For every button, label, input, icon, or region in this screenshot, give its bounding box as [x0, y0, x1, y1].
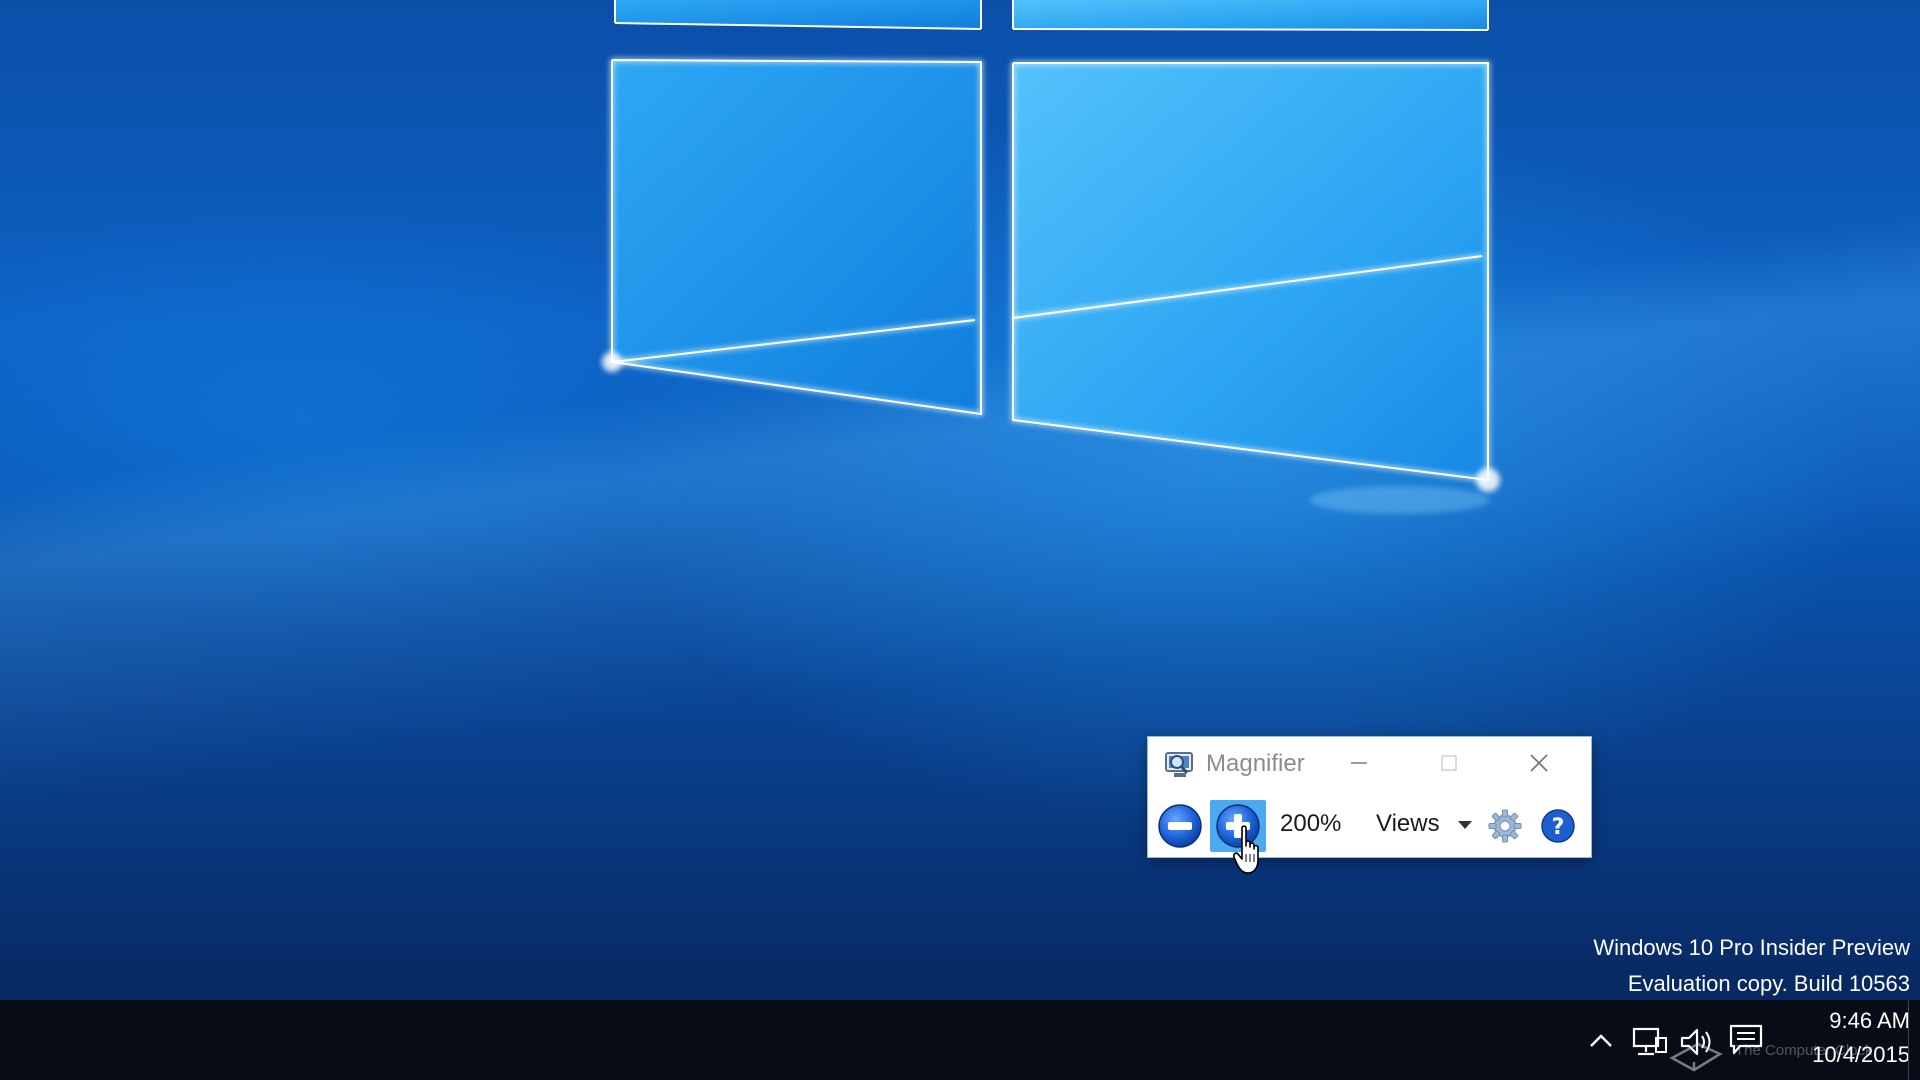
clock-time: 9:46 AM	[1829, 1008, 1910, 1033]
maximize-icon[interactable]	[1424, 743, 1474, 783]
help-icon[interactable]: ?	[1540, 808, 1576, 844]
magnifier-titlebar[interactable]: Magnifier	[1148, 737, 1591, 791]
minimize-icon[interactable]	[1334, 743, 1384, 783]
show-desktop-button[interactable]	[1908, 1000, 1920, 1080]
svg-text:?: ?	[1552, 815, 1565, 840]
chevron-up-icon[interactable]	[1585, 1027, 1617, 1053]
zoom-out-icon[interactable]	[1152, 800, 1208, 852]
zoom-level: 200%	[1280, 810, 1342, 837]
gear-icon[interactable]	[1487, 808, 1523, 844]
hand-pointer-icon	[1233, 825, 1259, 874]
magnifier-toolbar: 200% Views ?	[1148, 797, 1591, 855]
windows-edition-watermark: Windows 10 Pro Insider Preview Evaluatio…	[1410, 930, 1910, 1002]
magnifier-window[interactable]: Magnifier 200% Views ?	[1147, 736, 1592, 858]
magnifier-app-icon	[1165, 752, 1193, 777]
taskbar-clock[interactable]: 9:46 AM 10/4/2015	[1770, 1004, 1910, 1076]
clock-date: 10/4/2015	[1812, 1042, 1910, 1067]
magnifier-title: Magnifier	[1206, 750, 1305, 777]
watermark-edition: Windows 10 Pro Insider Preview	[1593, 935, 1910, 960]
close-icon[interactable]	[1514, 743, 1564, 783]
network-icon[interactable]	[1630, 1024, 1670, 1060]
credit-logo-icon	[1669, 1042, 1723, 1072]
watermark-build: Evaluation copy. Build 10563	[1627, 971, 1910, 996]
chevron-down-icon[interactable]	[1457, 819, 1473, 831]
desktop-wallpaper: Windows 10 Pro Insider Preview Evaluatio…	[0, 0, 1920, 1080]
windows-logo	[602, 0, 1500, 514]
views-dropdown[interactable]: Views	[1376, 809, 1440, 839]
